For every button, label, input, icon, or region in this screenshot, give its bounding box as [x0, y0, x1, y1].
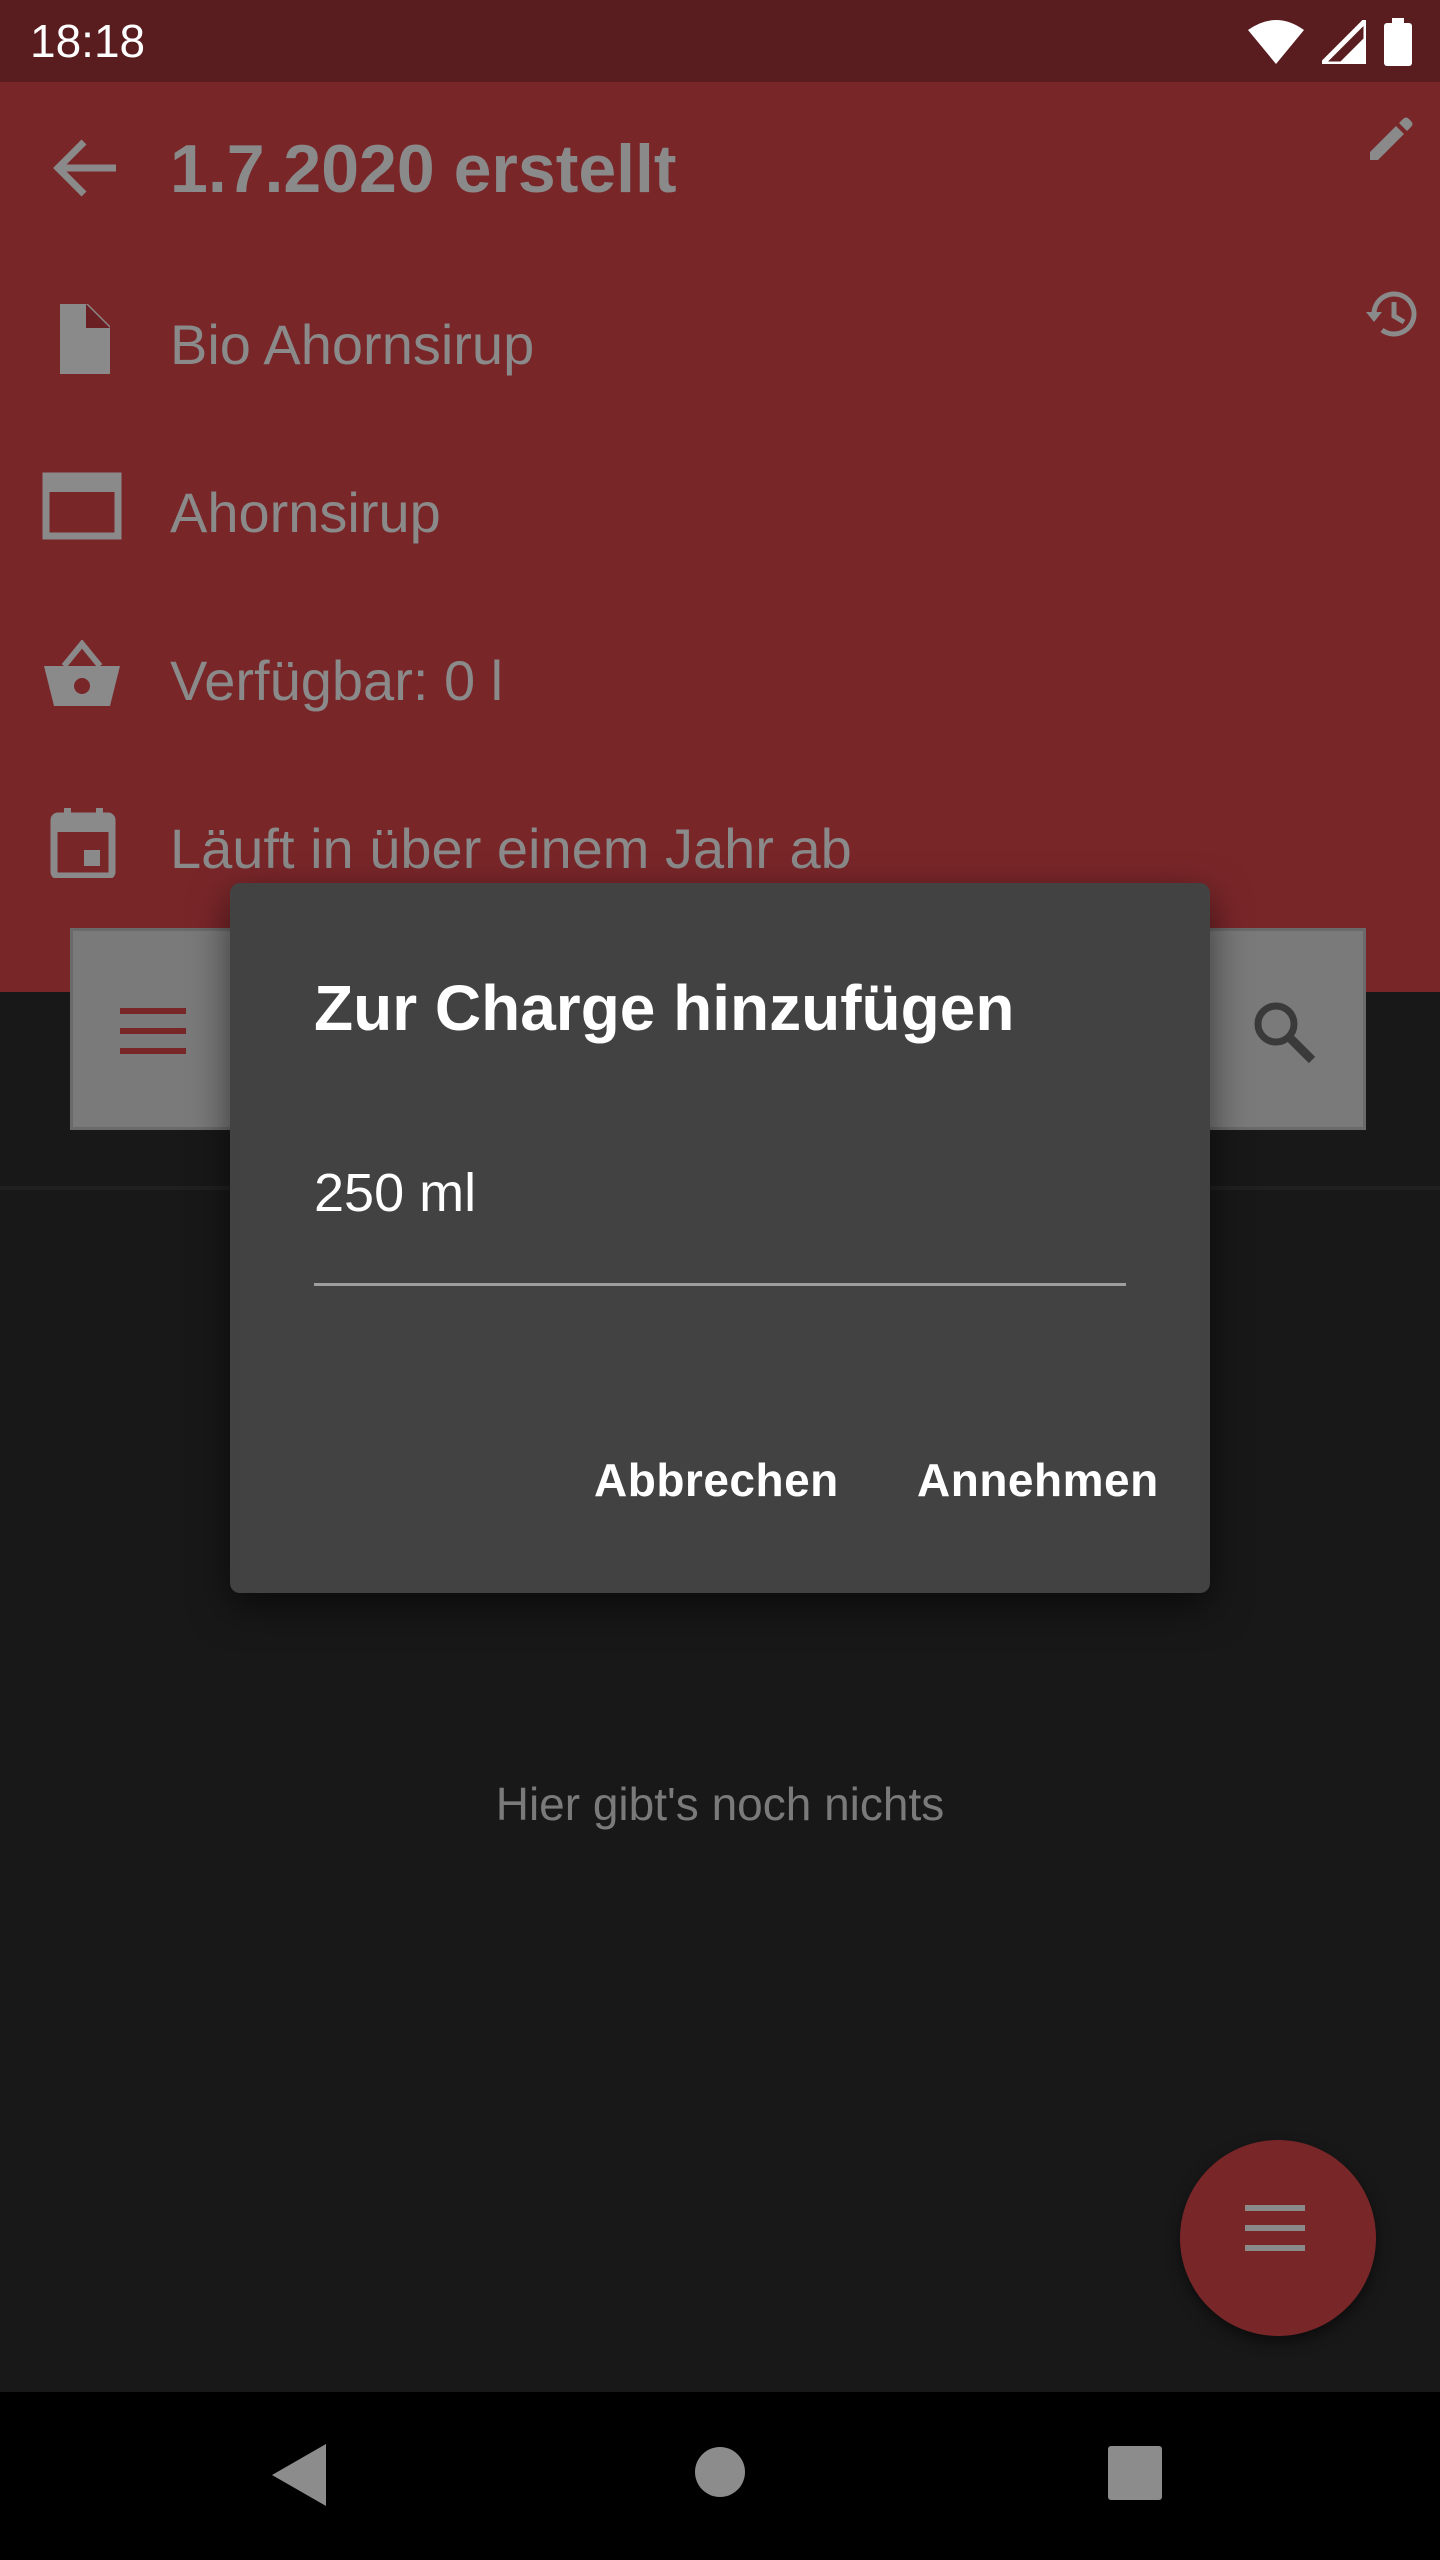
nav-home-icon[interactable] — [694, 2446, 746, 2498]
back-arrow-icon[interactable] — [50, 136, 120, 200]
nav-recents-icon[interactable] — [1108, 2446, 1162, 2500]
fab-menu-button[interactable] — [1180, 2140, 1376, 2336]
accept-button[interactable]: Annehmen — [917, 1453, 1159, 1507]
cell-signal-icon — [1322, 20, 1366, 64]
empty-state-text: Hier gibt's noch nichts — [495, 1778, 945, 1830]
dialog-title: Zur Charge hinzufügen — [314, 972, 1015, 1044]
folder-icon — [42, 472, 122, 540]
calendar-icon — [50, 808, 116, 878]
product-name: Bio Ahornsirup — [170, 313, 535, 376]
detail-row-available: Verfügbar: 0 l — [0, 614, 1440, 734]
expiry-text: Läuft in über einem Jahr ab — [170, 817, 852, 880]
wifi-icon — [1248, 20, 1304, 64]
document-icon — [60, 304, 110, 374]
page-title: 1.7.2020 erstellt — [170, 131, 677, 207]
available-amount: Verfügbar: 0 l — [170, 649, 504, 712]
edit-pencil-icon[interactable] — [1366, 116, 1414, 164]
status-time: 18:18 — [30, 15, 146, 67]
search-icon[interactable] — [1252, 1000, 1316, 1064]
detail-row-product: Bio Ahornsirup — [0, 278, 1440, 398]
nav-back-icon[interactable] — [272, 2444, 326, 2506]
menu-icon — [1245, 2205, 1305, 2251]
system-nav-bar — [0, 2392, 1440, 2560]
add-to-batch-dialog: Zur Charge hinzufügen Abbrechen Annehmen — [230, 883, 1210, 1593]
amount-input[interactable] — [314, 1163, 1126, 1223]
basket-icon — [44, 640, 120, 706]
battery-icon — [1384, 18, 1412, 66]
input-underline — [314, 1283, 1126, 1286]
category-name: Ahornsirup — [170, 481, 441, 544]
status-icons — [1248, 18, 1412, 66]
menu-icon[interactable] — [120, 1008, 186, 1054]
cancel-button[interactable]: Abbrechen — [594, 1453, 839, 1507]
detail-row-category: Ahornsirup — [0, 446, 1440, 566]
status-bar: 18:18 — [0, 0, 1440, 82]
